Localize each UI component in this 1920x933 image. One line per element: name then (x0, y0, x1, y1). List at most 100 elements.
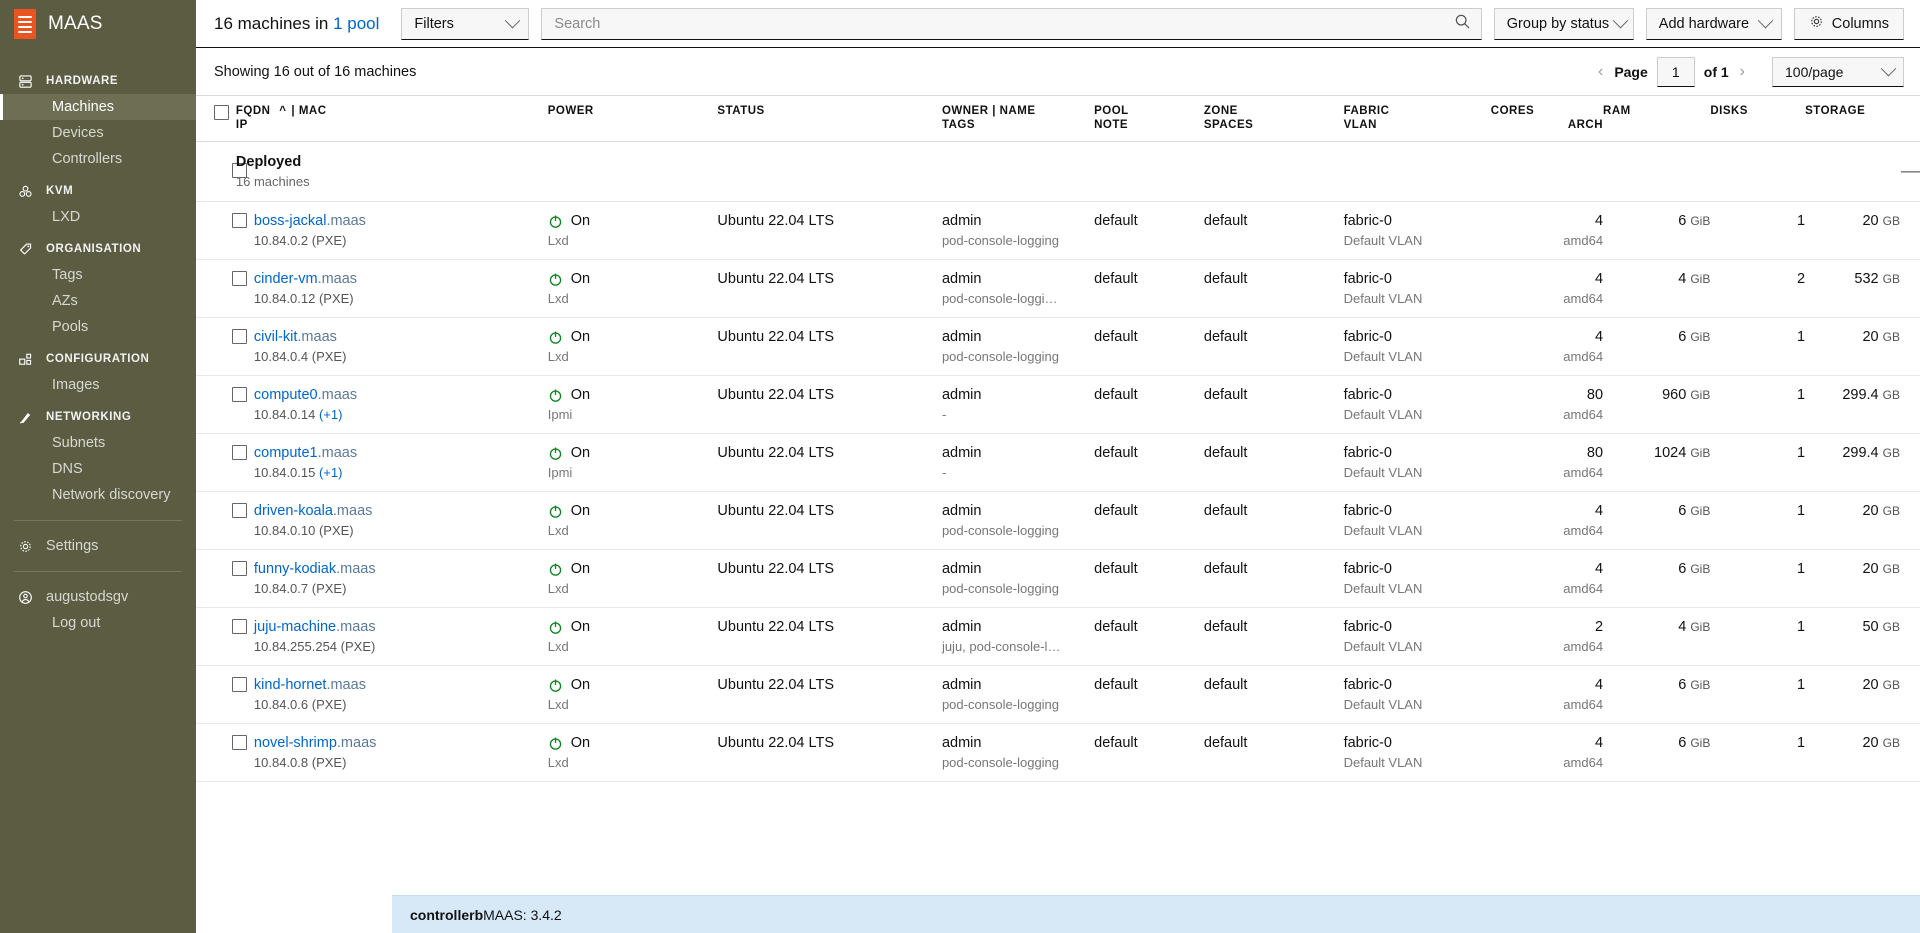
search-box[interactable] (541, 7, 1482, 40)
machine-link[interactable]: novel-shrimp.maas (254, 735, 377, 751)
machines-table: FQDN ^ | MAC IP POWER STATUS OWNER | NAME… (196, 95, 1920, 782)
sidebar-item-lxd[interactable]: LXD (0, 204, 196, 230)
add-hardware-dropdown[interactable]: Add hardware (1645, 7, 1782, 40)
zone-name: default (1203, 677, 1248, 693)
chevron-right-icon[interactable]: › (1738, 63, 1747, 81)
cell-storage: 299.4 GB (1805, 375, 1920, 434)
sidebar-item-pools[interactable]: Pools (0, 314, 196, 340)
cell-pool: default (1094, 375, 1204, 434)
sidebar-item-azs[interactable]: AZs (0, 288, 196, 314)
status-bar-host: controllerb (410, 906, 484, 923)
power-state: On (570, 445, 591, 461)
row-select-checkbox[interactable] (232, 271, 247, 286)
row-select-cell (196, 665, 247, 724)
pool-link[interactable]: 1 pool (333, 14, 379, 33)
group-by-dropdown[interactable]: Group by status (1493, 7, 1634, 40)
machine-link[interactable]: compute1.maas (254, 445, 357, 461)
table-row[interactable]: compute0.maas 10.84.0.14 (+1) On Ipmi Ubuntu… (196, 375, 1920, 434)
row-select-checkbox[interactable] (232, 677, 247, 692)
row-select-checkbox[interactable] (232, 387, 247, 402)
machine-link[interactable]: compute0.maas (254, 387, 357, 403)
row-select-cell (196, 491, 247, 550)
group-select-cell (196, 141, 247, 202)
row-select-checkbox[interactable] (232, 735, 247, 750)
table-row[interactable]: driven-koala.maas 10.84.0.10 (PXE) On Lxd Ub… (196, 491, 1920, 550)
sidebar-item-controllers[interactable]: Controllers (0, 146, 196, 172)
power-on-icon (548, 504, 563, 519)
sidebar-item-images[interactable]: Images (0, 372, 196, 398)
sidebar: MAAS HARDWARE Machines Devices Controlle… (0, 0, 196, 933)
header-owner[interactable]: OWNER | NAME TAGS (941, 95, 1095, 142)
row-select-checkbox[interactable] (232, 213, 247, 228)
row-select-checkbox[interactable] (232, 619, 247, 634)
group-name: Deployed (235, 154, 302, 170)
header-storage[interactable]: STORAGE (1805, 95, 1920, 142)
row-select-checkbox[interactable] (232, 329, 247, 344)
table-row[interactable]: novel-shrimp.maas 10.84.0.8 (PXE) On Lxd Ubu… (196, 723, 1920, 782)
sidebar-section-label: KVM (46, 185, 74, 197)
header-power[interactable]: POWER (547, 95, 718, 142)
ram-value: 1024 (1654, 445, 1687, 461)
cell-storage: 20 GB (1805, 549, 1920, 608)
row-select-checkbox[interactable] (232, 561, 247, 576)
table-row[interactable]: kind-hornet.maas 10.84.0.6 (PXE) On Lxd Ubun… (196, 665, 1920, 724)
zone-name: default (1203, 735, 1248, 751)
table-row[interactable]: compute1.maas 10.84.0.15 (+1) On Ipmi Ubuntu… (196, 433, 1920, 492)
page-number-input[interactable] (1656, 56, 1695, 87)
header-pool[interactable]: POOL NOTE (1094, 95, 1204, 142)
machine-link[interactable]: driven-koala.maas (254, 503, 373, 519)
chevron-left-icon[interactable]: ‹ (1596, 63, 1605, 81)
zone-name: default (1203, 503, 1248, 519)
table-row[interactable]: juju-machine.maas 10.84.255.254 (PXE) On Lx… (196, 607, 1920, 666)
storage-unit: GB (1882, 620, 1900, 634)
header-note-label: NOTE (1094, 119, 1129, 131)
ram-unit: GiB (1690, 678, 1711, 692)
power-state: On (570, 677, 591, 693)
sidebar-item-user[interactable]: augustodsgv (0, 584, 196, 610)
cell-cores: 4 amd64 (1490, 259, 1604, 318)
ram-unit: GiB (1690, 272, 1711, 286)
select-all-checkbox[interactable] (214, 105, 229, 120)
sidebar-item-machines[interactable]: Machines (0, 94, 196, 120)
power-on-icon (548, 562, 563, 577)
group-collapse-toggle[interactable]: — (1805, 141, 1920, 202)
filters-dropdown[interactable]: Filters (401, 7, 530, 40)
header-owner-label: OWNER | NAME (941, 105, 1036, 117)
brand[interactable]: MAAS (0, 0, 196, 48)
sidebar-item-dns[interactable]: DNS (0, 456, 196, 482)
machine-link[interactable]: civil-kit.maas (254, 329, 337, 345)
table-row[interactable]: boss-jackal.maas 10.84.0.2 (PXE) On Lxd Ubun… (196, 201, 1920, 260)
sidebar-item-devices[interactable]: Devices (0, 120, 196, 146)
machine-link[interactable]: boss-jackal.maas (254, 213, 366, 229)
header-zone[interactable]: ZONE SPACES (1203, 95, 1344, 142)
sidebar-item-tags[interactable]: Tags (0, 262, 196, 288)
sidebar-item-logout[interactable]: Log out (0, 610, 196, 636)
table-row[interactable]: cinder-vm.maas 10.84.0.12 (PXE) On Lxd Ubunt… (196, 259, 1920, 318)
header-ram[interactable]: RAM (1603, 95, 1711, 142)
per-page-dropdown[interactable]: 100/page (1772, 56, 1904, 87)
row-select-checkbox[interactable] (232, 445, 247, 460)
header-fabric[interactable]: FABRIC VLAN (1343, 95, 1491, 142)
search-input[interactable] (554, 15, 1454, 32)
sidebar-item-subnets[interactable]: Subnets (0, 430, 196, 456)
cell-disks: 1 (1710, 491, 1806, 550)
machine-link[interactable]: funny-kodiak.maas (254, 561, 376, 577)
header-disks[interactable]: DISKS (1710, 95, 1806, 142)
search-icon[interactable] (1454, 13, 1471, 35)
zone-name: default (1203, 619, 1248, 635)
columns-button[interactable]: Columns (1793, 7, 1904, 40)
sidebar-item-network-discovery[interactable]: Network discovery (0, 482, 196, 508)
machine-link[interactable]: cinder-vm.maas (254, 271, 357, 287)
table-row[interactable]: funny-kodiak.maas 10.84.0.7 (PXE) On Lxd Ubu… (196, 549, 1920, 608)
row-select-checkbox[interactable] (232, 503, 247, 518)
header-fqdn[interactable]: FQDN ^ | MAC IP (235, 95, 548, 142)
cell-storage: 299.4 GB (1805, 433, 1920, 492)
sort-asc-icon[interactable]: ^ (274, 105, 291, 117)
machine-link[interactable]: juju-machine.maas (254, 619, 376, 635)
sidebar-item-settings[interactable]: Settings (0, 533, 196, 559)
header-cores[interactable]: CORES ARCH (1490, 95, 1604, 142)
machine-link[interactable]: kind-hornet.maas (254, 677, 366, 693)
table-row[interactable]: civil-kit.maas 10.84.0.4 (PXE) On Lxd Ubuntu… (196, 317, 1920, 376)
ram-value: 6 (1678, 561, 1687, 577)
header-status[interactable]: STATUS (717, 95, 942, 142)
